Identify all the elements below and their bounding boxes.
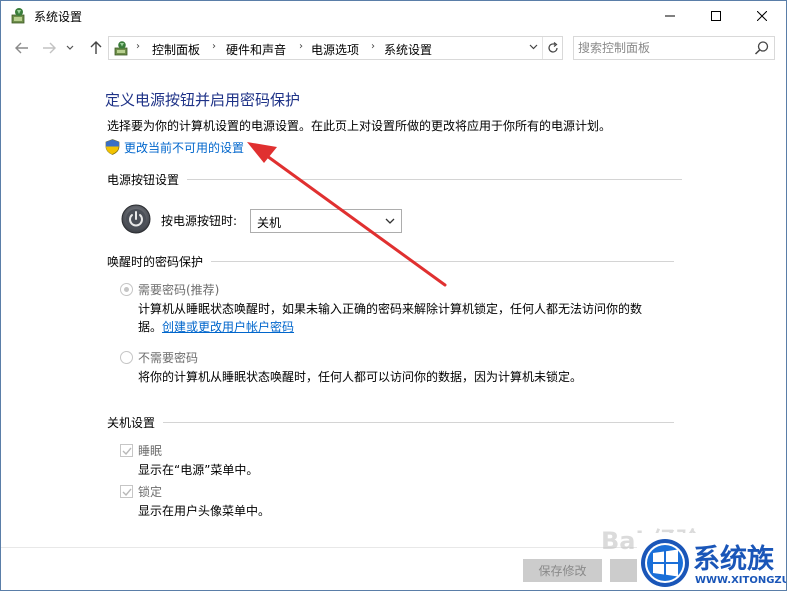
xitongzu-logo: 系统族 WWW.XITONGZU.COM: [637, 533, 787, 590]
uac-shield-icon: [105, 139, 120, 155]
logo-domain: WWW.XITONGZU.COM: [695, 575, 787, 586]
minimize-button[interactable]: [647, 1, 693, 31]
breadcrumb-hardware-sound[interactable]: 硬件和声音: [226, 41, 286, 58]
no-password-description: 将你的计算机从睡眠状态唤醒时，任何人都可以访问你的数据，因为计算机未锁定。: [138, 370, 583, 384]
require-password-description: 计算机从睡眠状态唤醒时，如果未输入正确的密码来解除计算机锁定，任何人都无法访问你…: [138, 302, 643, 316]
arrow-left-icon: [15, 42, 28, 54]
password-section-heading: 唤醒时的密码保护: [107, 254, 204, 269]
shutdown-section-heading: 关机设置: [107, 415, 156, 430]
recent-locations-button[interactable]: [64, 40, 76, 56]
up-button[interactable]: [87, 40, 105, 56]
breadcrumb-separator: ›: [371, 41, 375, 52]
power-button-action-select[interactable]: 关机: [250, 209, 402, 233]
control-panel-icon: [114, 41, 128, 56]
chevron-down-icon: [66, 45, 74, 50]
forward-button[interactable]: [40, 40, 58, 56]
require-password-radio[interactable]: [120, 283, 133, 296]
chevron-down-icon: [385, 218, 395, 224]
power-options-app-icon: [11, 8, 25, 24]
system-settings-window: 系统设置 › 控制面板 › 硬件和声音 › 电源选项 › 系统设置 搜索控制面板…: [0, 0, 787, 591]
search-icon[interactable]: [754, 40, 770, 56]
page-description: 选择要为你的计算机设置的电源设置。在此页上对设置所做的更改将应用于你所有的电源计…: [107, 119, 612, 133]
require-password-description-end: 据。: [138, 320, 163, 334]
sleep-label: 睡眠: [138, 444, 163, 458]
lock-label: 锁定: [138, 485, 163, 499]
change-unavailable-settings-link[interactable]: 更改当前不可用的设置: [105, 139, 244, 155]
logo-name: 系统族: [693, 544, 774, 575]
navigation-bar: › 控制面板 › 硬件和声音 › 电源选项 › 系统设置: [1, 31, 786, 65]
search-box: [573, 36, 775, 60]
breadcrumb-separator: ›: [136, 41, 140, 52]
address-bar[interactable]: › 控制面板 › 硬件和声音 › 电源选项 › 系统设置: [108, 36, 563, 60]
maximize-button[interactable]: [693, 1, 739, 31]
change-settings-link-text[interactable]: 更改当前不可用的设置: [124, 139, 244, 156]
chevron-down-icon: [529, 44, 537, 50]
checkmark-icon: [122, 447, 132, 456]
power-button-action-label: 按电源按钮时:: [161, 214, 238, 228]
arrow-up-icon: [90, 41, 102, 54]
close-icon: [757, 11, 767, 21]
require-password-description-cont: 据。创建或更改用户帐户密码: [138, 318, 294, 335]
power-button-icon: [121, 204, 151, 234]
section-divider: [163, 421, 675, 423]
maximize-icon: [711, 11, 721, 21]
no-password-label: 不需要密码: [138, 351, 199, 365]
arrow-right-icon: [43, 42, 56, 54]
sleep-checkbox[interactable]: [120, 444, 133, 457]
password-section-header: 唤醒时的密码保护: [107, 253, 675, 269]
no-password-radio[interactable]: [120, 351, 133, 364]
shutdown-section-header: 关机设置: [107, 414, 675, 430]
title-bar: 系统设置: [1, 1, 786, 31]
lock-description: 显示在用户头像菜单中。: [138, 504, 271, 518]
close-button[interactable]: [739, 1, 785, 31]
search-input[interactable]: [578, 39, 748, 57]
power-button-action-value: 关机: [257, 216, 282, 230]
breadcrumb-power-options[interactable]: 电源选项: [311, 41, 359, 58]
breadcrumb-system-settings[interactable]: 系统设置: [384, 41, 432, 58]
checkmark-icon: [122, 488, 132, 497]
save-changes-button[interactable]: 保存修改: [523, 559, 602, 582]
breadcrumb-separator: ›: [299, 41, 303, 52]
section-divider: [211, 260, 675, 262]
breadcrumb-control-panel[interactable]: 控制面板: [152, 41, 200, 58]
address-history-button[interactable]: [526, 40, 540, 57]
breadcrumb-separator: ›: [212, 41, 216, 52]
section-divider: [187, 178, 683, 180]
sleep-description: 显示在“电源”菜单中。: [138, 463, 259, 477]
window-title: 系统设置: [34, 10, 83, 24]
windows-logo-icon: [641, 539, 689, 587]
page-title: 定义电源按钮并启用密码保护: [105, 91, 301, 109]
minimize-icon: [665, 15, 675, 17]
power-button-section-header: 电源按钮设置: [107, 171, 683, 187]
create-change-password-link[interactable]: 创建或更改用户帐户密码: [162, 320, 294, 334]
power-button-section-heading: 电源按钮设置: [107, 172, 180, 187]
back-button[interactable]: [13, 40, 31, 56]
refresh-button[interactable]: [542, 37, 562, 59]
lock-checkbox[interactable]: [120, 485, 133, 498]
refresh-icon: [547, 42, 558, 53]
require-password-label: 需要密码(推荐): [138, 283, 220, 297]
